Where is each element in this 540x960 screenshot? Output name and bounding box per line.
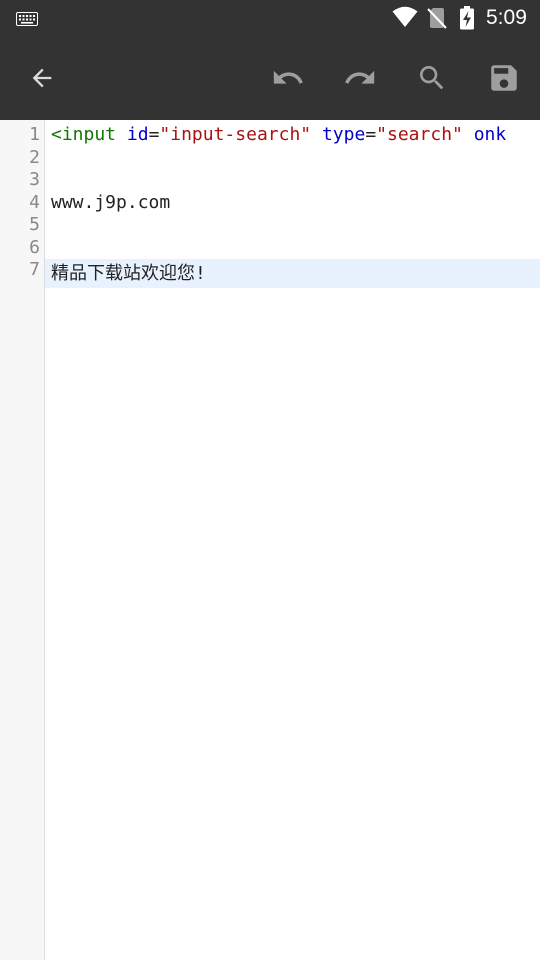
attribute-name: id: [126, 124, 149, 145]
attribute-name: onk: [473, 124, 507, 145]
line-number: 4: [29, 191, 40, 213]
search-icon: [420, 66, 444, 90]
line-number: 1: [29, 124, 40, 145]
save-button[interactable]: [484, 58, 524, 98]
wifi-icon: [392, 6, 418, 32]
redo-icon: [345, 70, 375, 84]
line-number: 6: [29, 236, 40, 258]
code-line-4[interactable]: www.j9p.com: [45, 192, 540, 215]
keyboard-icon: [16, 11, 38, 30]
line-number: 5: [29, 214, 40, 235]
back-arrow-icon: [32, 68, 52, 88]
equals-sign: =: [365, 124, 377, 145]
attribute-value: "search": [376, 124, 463, 145]
save-icon: [491, 65, 517, 91]
code-editor[interactable]: <input id="input-search" type="search" o…: [45, 124, 540, 288]
battery-charging-icon: [459, 6, 475, 34]
code-line-1[interactable]: <input id="input-search" type="search" o…: [45, 124, 540, 147]
code-line-7[interactable]: 精品下载站欢迎您!: [45, 259, 540, 288]
line-number: 7: [29, 259, 40, 280]
line-numbers: 1 2 3 4 5 6 7: [0, 124, 40, 282]
no-sim-icon: [427, 7, 447, 33]
code-line-6[interactable]: [45, 237, 540, 260]
code-line-3[interactable]: [45, 169, 540, 192]
line-number: 3: [29, 169, 40, 190]
attribute-value: "input-search": [159, 124, 312, 145]
undo-button[interactable]: [268, 58, 308, 98]
undo-icon: [273, 70, 303, 84]
code-line-5[interactable]: [45, 214, 540, 237]
search-button[interactable]: [412, 58, 452, 98]
status-time: 5:09: [486, 6, 527, 29]
redo-button[interactable]: [340, 58, 380, 98]
code-line-2[interactable]: [45, 147, 540, 170]
attribute-name: type: [321, 124, 366, 145]
line-number: 2: [29, 146, 40, 168]
html-tag: <input: [51, 124, 117, 145]
equals-sign: =: [148, 124, 160, 145]
editor-toolbar: [0, 36, 540, 120]
back-button[interactable]: [22, 58, 62, 98]
status-bar: 5:09: [0, 0, 540, 36]
